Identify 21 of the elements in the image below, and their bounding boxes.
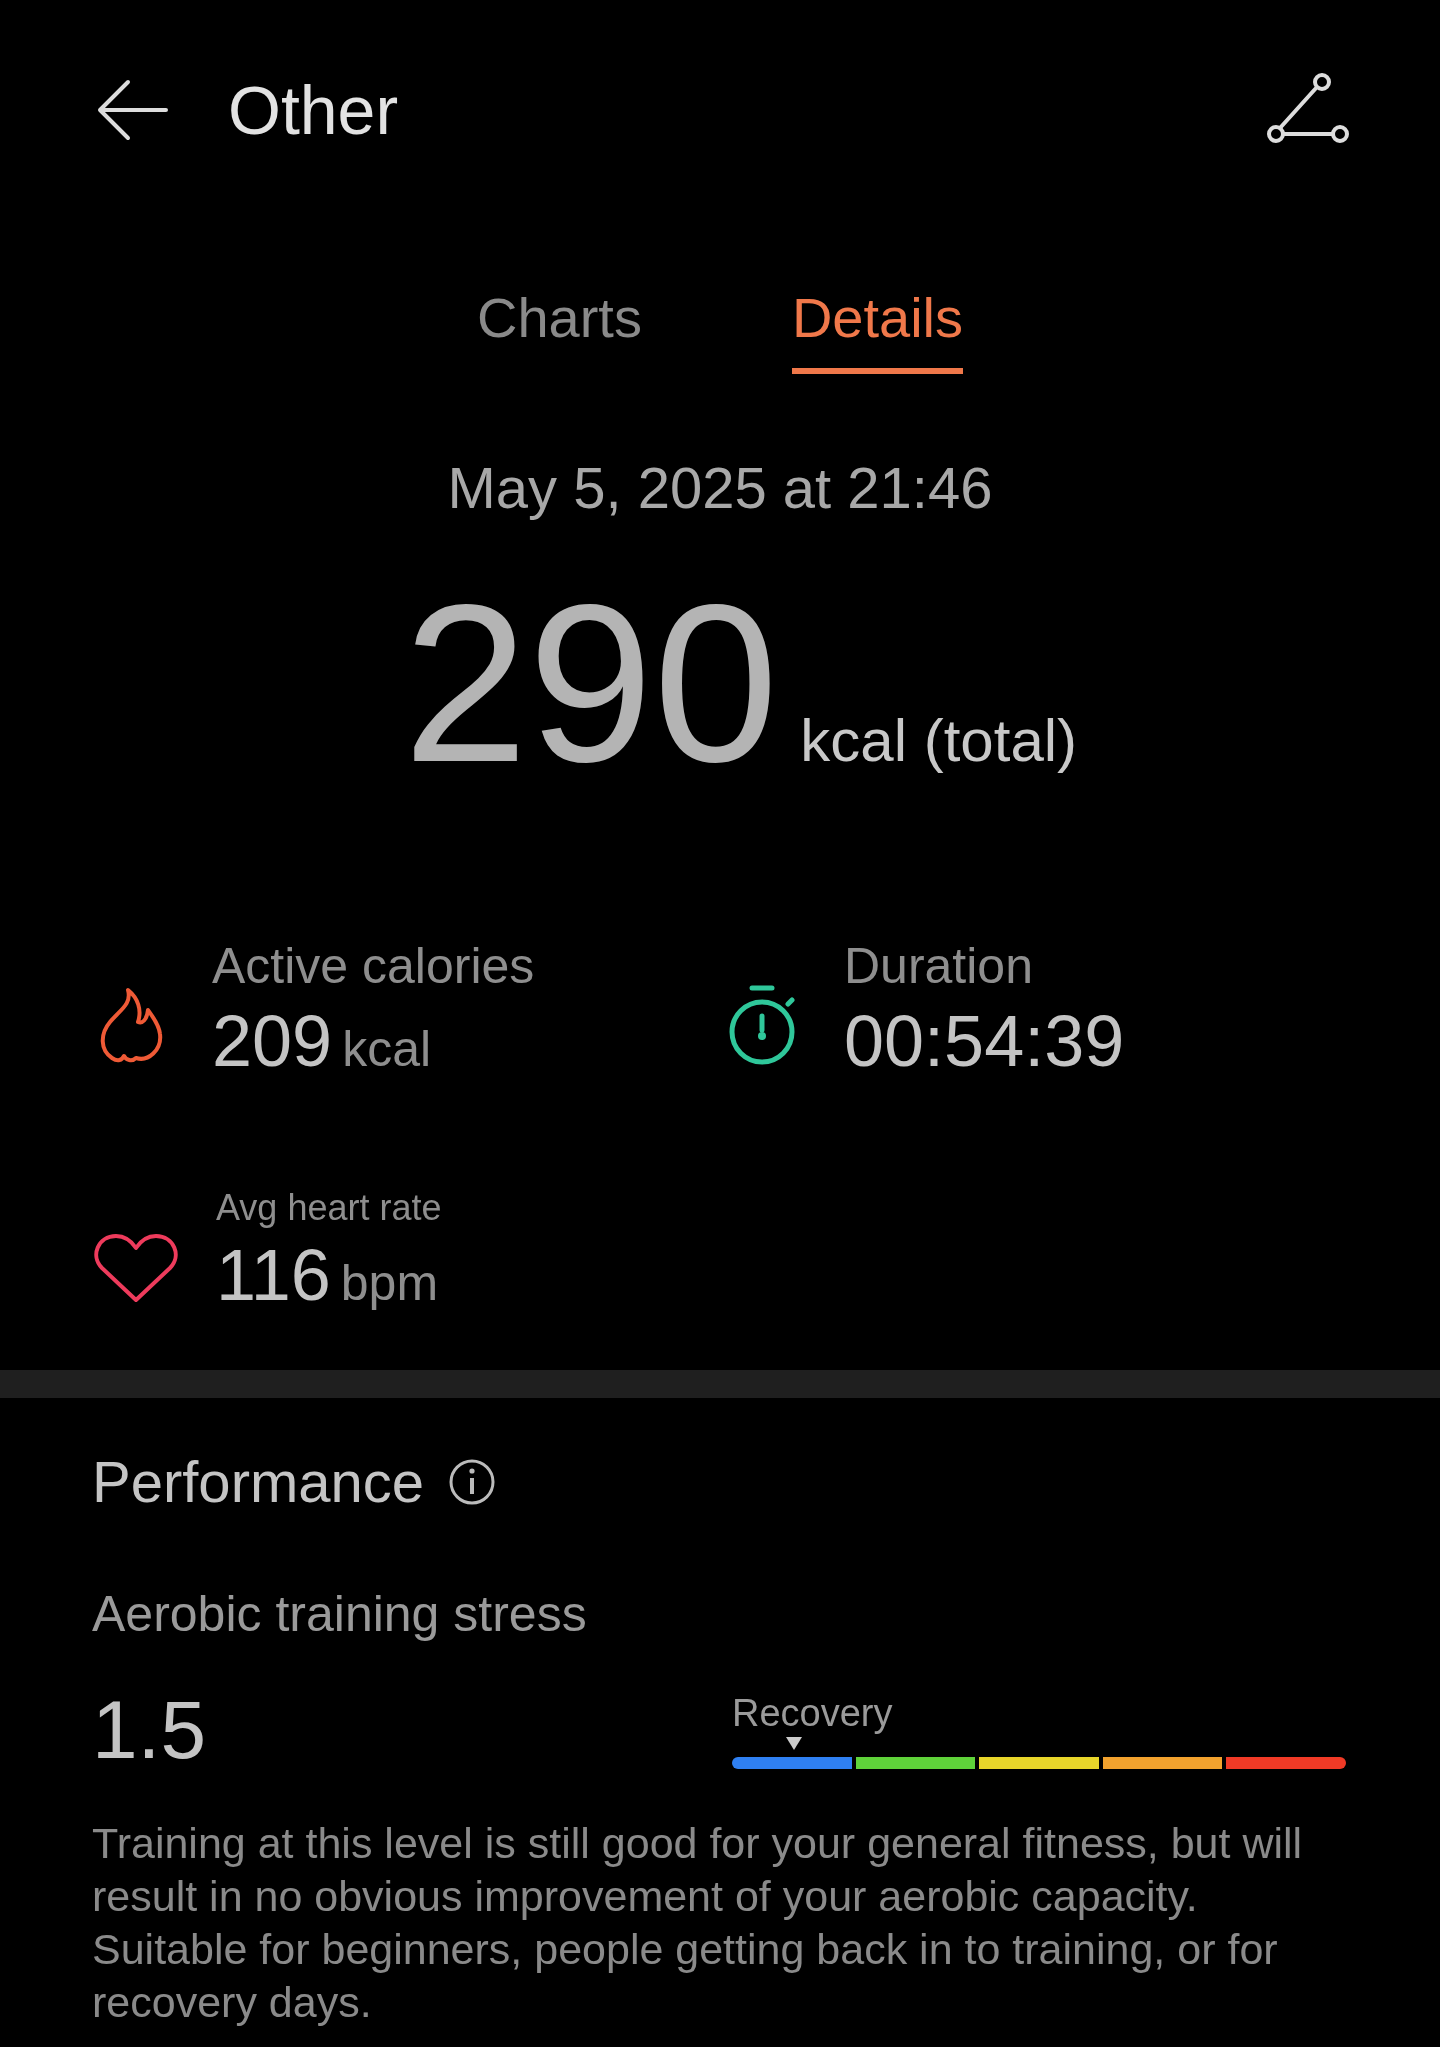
stat-value: 116 [216,1234,331,1317]
stat-unit: bpm [340,1254,439,1312]
metric-value: 1.5 [92,1683,206,1777]
stat-value: 209 [212,1000,333,1083]
tab[interactable]: Details [791,285,964,374]
info-icon[interactable] [448,1457,497,1506]
tab[interactable]: Charts [476,285,642,374]
total-calories: 290 [402,571,779,796]
stat-label: Active calories [212,937,535,996]
workout-date: May 5, 2025 at 21:46 [446,454,994,521]
stat-label: Duration [844,937,1034,996]
scale-label: Recovery [732,1691,893,1734]
section-title: Performance [92,1448,425,1515]
stat-label: Avg heart rate [216,1186,442,1230]
page-title: Other [228,71,400,149]
metric-name: Aerobic training stress [92,1585,588,1643]
total-unit: kcal (total) [800,706,1078,775]
back-icon[interactable] [96,78,168,142]
stat-unit: kcal [342,1020,432,1078]
description: Training at this level is still good for your general fitness, but will result in no obvious improvement of your aerobic capacity. Suitable for beginners, people getting back in to training, or for recovery days. [92,1818,1304,2028]
stat-value: 00:54:39 [844,1000,1125,1083]
